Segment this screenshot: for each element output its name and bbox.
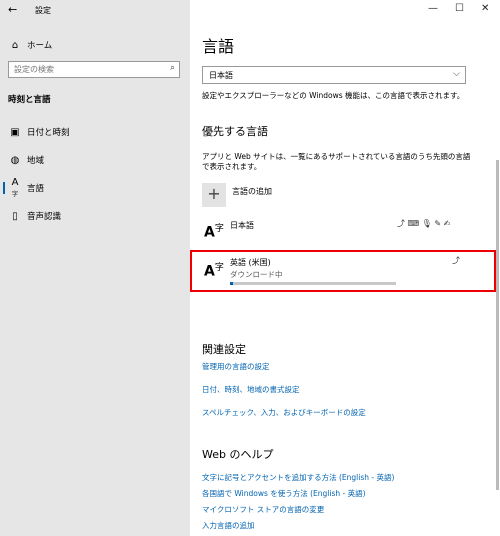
related-settings-heading: 関連設定 bbox=[202, 343, 246, 356]
scrollbar[interactable] bbox=[496, 160, 499, 490]
sidebar-item-label: 日付と時刻 bbox=[27, 128, 70, 138]
sidebar-item-label: 音声認識 bbox=[27, 212, 62, 222]
preferred-languages-description: アプリと Web サイトは、一覧にあるサポートされている言語のうち先頭の言語で表… bbox=[202, 152, 471, 171]
preferred-languages-heading: 優先する言語 bbox=[202, 125, 268, 138]
search-icon: ⌕ bbox=[169, 63, 175, 73]
date-time-region-format-link[interactable]: 日付、時刻、地域の書式設定 bbox=[202, 384, 300, 395]
help-link-accents[interactable]: 文字に記号とアクセントを追加する方法 (English - 英語) bbox=[202, 472, 394, 483]
help-link-windows-languages[interactable]: 各国語で Windows を使う方法 (English - 英語) bbox=[202, 488, 366, 499]
sidebar-item-speech[interactable]: ▯ 音声認識 bbox=[0, 205, 190, 227]
language-icon: A字 bbox=[11, 177, 19, 198]
display-language-note: 設定やエクスプローラーなどの Windows 機能は、この言語で表示されます。 bbox=[202, 91, 465, 100]
microphone-icon: ▯ bbox=[12, 210, 18, 222]
admin-language-settings-link[interactable]: 管理用の言語の設定 bbox=[202, 361, 270, 372]
display-language-select[interactable]: 日本語 ⌵ bbox=[202, 66, 466, 84]
help-link-add-input-language[interactable]: 入力言語の追加 bbox=[202, 520, 255, 531]
back-arrow-icon[interactable]: ← bbox=[8, 3, 17, 16]
home-icon: ⌂ bbox=[11, 39, 19, 51]
language-name: 日本語 bbox=[230, 221, 254, 230]
display-language-value: 日本語 bbox=[209, 71, 233, 80]
help-link-store-language[interactable]: マイクロソフト ストアの言語の変更 bbox=[202, 504, 324, 515]
settings-window: ⌂ ホーム 設定の検索 ⌕ 時刻と言語 ▣ 日付と時刻 ◍ 地域 A字 言語 ▯… bbox=[0, 0, 500, 536]
highlight-box bbox=[190, 250, 496, 292]
sidebar-item-label: 言語 bbox=[27, 184, 45, 194]
globe-icon: ◍ bbox=[10, 154, 20, 166]
add-language-button[interactable]: + bbox=[202, 183, 226, 207]
web-help-heading: Web のヘルプ bbox=[202, 448, 274, 461]
sidebar-item-home[interactable]: ⌂ ホーム bbox=[0, 34, 190, 56]
calendar-clock-icon: ▣ bbox=[10, 126, 20, 138]
language-glyph-icon: A字 bbox=[204, 224, 224, 241]
sidebar-item-date-time[interactable]: ▣ 日付と時刻 bbox=[0, 121, 190, 143]
spelling-typing-keyboard-link[interactable]: スペルチェック、入力、およびキーボードの設定 bbox=[202, 407, 366, 418]
sidebar-item-label: ホーム bbox=[27, 41, 53, 51]
add-language-label[interactable]: 言語の追加 bbox=[232, 186, 272, 197]
sidebar-item-label: 地域 bbox=[27, 156, 45, 166]
sidebar-item-language[interactable]: A字 言語 bbox=[0, 177, 190, 199]
window-title: 設定 bbox=[35, 6, 51, 15]
language-feature-icons: ⤴ ⌨ 🎙 ✎ ✍ bbox=[397, 219, 451, 228]
search-placeholder: 設定の検索 bbox=[14, 65, 54, 74]
sidebar-section-title: 時刻と言語 bbox=[8, 95, 51, 105]
search-input[interactable]: 設定の検索 ⌕ bbox=[8, 61, 180, 78]
page-title: 言語 bbox=[202, 37, 235, 56]
sidebar: ⌂ ホーム 設定の検索 ⌕ 時刻と言語 ▣ 日付と時刻 ◍ 地域 A字 言語 ▯… bbox=[0, 0, 190, 536]
chevron-down-icon: ⌵ bbox=[453, 69, 460, 79]
plus-icon: + bbox=[207, 184, 221, 203]
sidebar-item-region[interactable]: ◍ 地域 bbox=[0, 149, 190, 171]
